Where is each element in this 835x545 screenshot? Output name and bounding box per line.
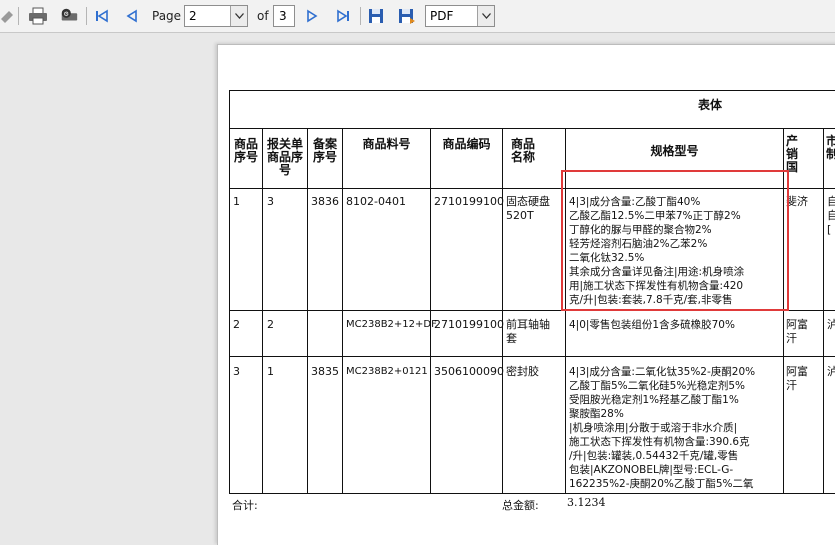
table-border	[229, 356, 835, 357]
table-border	[307, 128, 308, 493]
row-origin: 阿富 汗	[786, 365, 808, 392]
row-material-no: MC238B2+12+DF	[346, 319, 437, 330]
toolbar-separator	[18, 7, 19, 25]
toolbar-separator	[360, 7, 361, 25]
row-extra: 泸	[827, 318, 835, 331]
report-toolbar: ⚙ Page 2 of 3 PDF	[0, 0, 835, 33]
save-icon[interactable]	[366, 6, 386, 26]
row-material-no: 8102-0401	[346, 195, 406, 208]
row-extra: 泸	[827, 365, 835, 378]
table-border	[229, 90, 835, 91]
table-border	[229, 493, 835, 494]
export-icon[interactable]	[397, 6, 417, 26]
print-icon[interactable]	[28, 6, 48, 26]
row-name: 前耳轴轴 套	[506, 318, 550, 345]
export-format-select[interactable]: PDF	[425, 5, 495, 27]
table-border	[823, 128, 824, 493]
header-spec: 规格型号	[650, 144, 699, 158]
header-name: 商品 名称	[510, 137, 535, 164]
row-hs-code: 2710199100	[434, 195, 504, 208]
header-extra: 市 制	[826, 134, 835, 161]
previous-page-icon[interactable]	[122, 6, 142, 26]
header-record-seq: 备案 序号	[312, 137, 337, 164]
page-number-value: 2	[189, 9, 197, 23]
row-decl-seq: 2	[267, 318, 274, 331]
last-page-icon[interactable]	[333, 6, 353, 26]
row-spec: 4|0|零售包装组份1含多硫橡胶70%	[569, 319, 735, 331]
row-origin: 斐济	[786, 195, 808, 208]
total-label: 合计:	[232, 499, 258, 512]
row-record-seq: 3836	[311, 195, 339, 208]
page-label: Page	[152, 9, 182, 23]
row-seq: 3	[233, 365, 240, 378]
total-pages-value: 3	[279, 9, 287, 23]
page-number-select[interactable]: 2	[184, 5, 248, 27]
toolbar-separator	[86, 7, 87, 25]
first-page-icon[interactable]	[92, 6, 112, 26]
row-record-seq: 3835	[311, 365, 339, 378]
toolbar-grip-icon	[0, 6, 14, 26]
row-extra: 自 自 [	[827, 195, 835, 236]
row-seq: 1	[233, 195, 240, 208]
table-border	[342, 128, 343, 493]
row-name: 密封胶	[506, 365, 539, 378]
row-decl-seq: 3	[267, 195, 274, 208]
print-settings-icon[interactable]: ⚙	[59, 6, 79, 26]
header-origin: 产 销 国	[786, 134, 799, 174]
table-border	[229, 128, 835, 129]
amount-value: 3.1234	[567, 496, 606, 509]
header-decl-seq: 报关单 商品序 号	[266, 137, 303, 177]
header-hs-code: 商品编码	[442, 137, 491, 151]
of-label: of	[257, 9, 269, 23]
highlight-box	[561, 170, 789, 311]
row-seq: 2	[233, 318, 240, 331]
chevron-down-icon[interactable]	[230, 6, 247, 26]
row-origin: 阿富 汗	[786, 318, 808, 345]
table-border	[502, 128, 503, 493]
row-hs-code: 2710199100	[434, 318, 504, 331]
amount-label: 总金额:	[502, 499, 539, 512]
row-spec: 4|3|成分含量:二氧化钛35%2-庚酮20% 乙酸丁酯5%二氧化硅5%光稳定剂…	[569, 366, 756, 490]
next-page-icon[interactable]	[302, 6, 322, 26]
table-border	[262, 128, 263, 493]
header-seq: 商品 序号	[233, 137, 258, 164]
row-material-no: MC238B2+0121	[346, 366, 428, 377]
row-decl-seq: 1	[267, 365, 274, 378]
chevron-down-icon[interactable]	[477, 6, 494, 26]
header-material-no: 商品料号	[362, 137, 411, 151]
row-name: 固态硬盘 520T	[506, 195, 550, 222]
row-hs-code: 3506100090	[434, 365, 504, 378]
export-format-value: PDF	[430, 9, 454, 23]
svg-text:⚙: ⚙	[63, 11, 69, 18]
section-title: 表体	[697, 98, 722, 112]
total-pages-field: 3	[273, 5, 295, 27]
table-border	[430, 128, 431, 493]
